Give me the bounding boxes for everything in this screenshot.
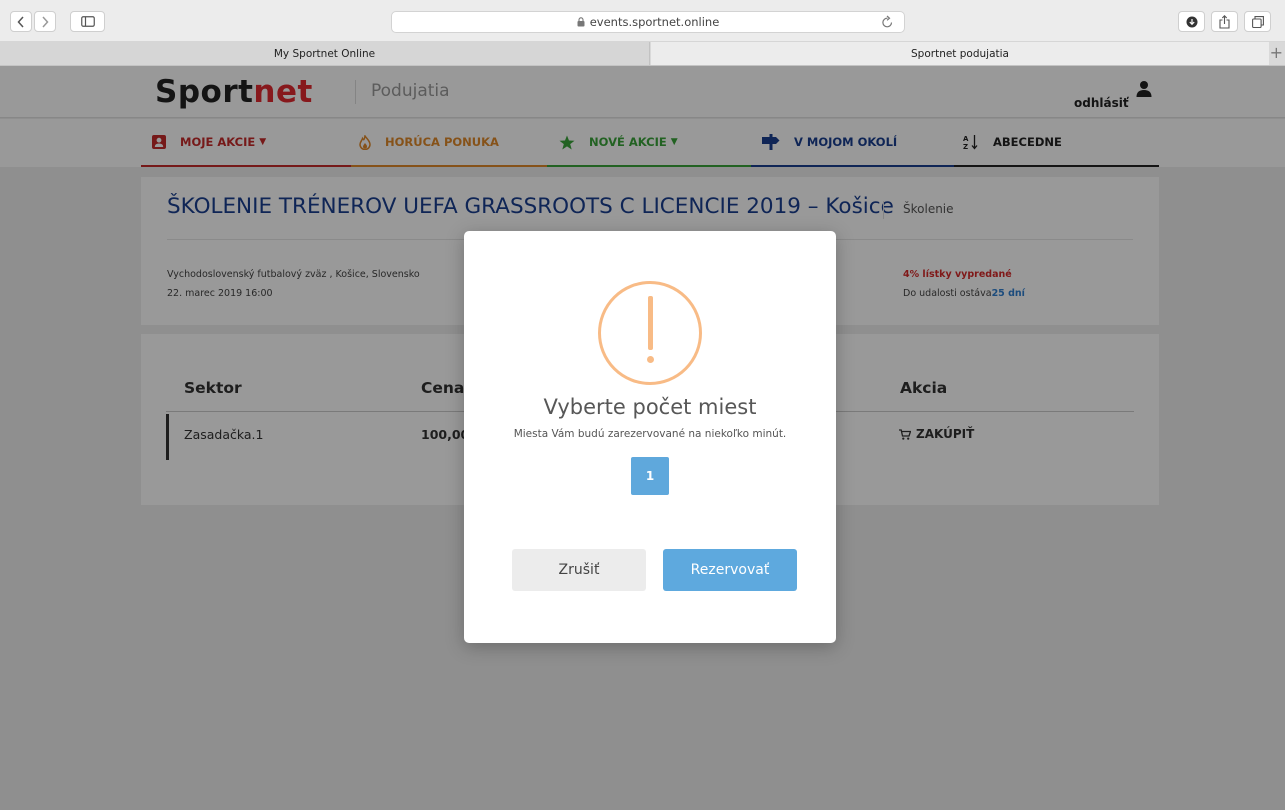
back-button[interactable] (10, 11, 32, 32)
warning-icon (598, 281, 702, 385)
modal-title: Vyberte počet miest (543, 395, 757, 419)
cancel-button[interactable]: Zrušiť (512, 549, 646, 591)
browser-tab-my-sportnet[interactable]: My Sportnet Online (0, 42, 650, 65)
download-icon (1186, 16, 1197, 27)
warning-icon-dot (647, 356, 654, 363)
reserve-button[interactable]: Rezervovať (663, 549, 797, 591)
sidebar-button[interactable] (70, 11, 105, 32)
warning-icon-bar (648, 296, 653, 350)
browser-toolbar: events.sportnet.online (0, 0, 1285, 42)
new-tab-button[interactable]: + (1270, 43, 1283, 63)
chevron-left-icon (17, 15, 24, 28)
tab-label: Sportnet podujatia (911, 47, 1009, 60)
modal-text: Miesta Vám budú zarezervované na niekoľk… (513, 428, 787, 440)
downloads-button[interactable] (1178, 11, 1205, 32)
seat-quantity-input[interactable]: 1 (631, 457, 669, 495)
reservation-modal: Vyberte počet miest Miesta Vám budú zare… (464, 231, 836, 643)
address-bar[interactable]: events.sportnet.online (391, 11, 905, 33)
chevron-right-icon (42, 15, 49, 28)
tabs-icon (1251, 15, 1264, 28)
reload-icon[interactable] (881, 15, 894, 29)
url-text: events.sportnet.online (589, 15, 720, 29)
sidebar-icon (80, 16, 95, 27)
browser-tab-sportnet-podujatia[interactable]: Sportnet podujatia (651, 42, 1269, 65)
tabs-overview-button[interactable] (1244, 11, 1271, 32)
lock-icon (577, 17, 585, 27)
share-icon (1219, 14, 1230, 29)
share-button[interactable] (1211, 11, 1238, 32)
browser-tab-bar: My Sportnet Online Sportnet podujatia + (0, 42, 1285, 66)
tab-label: My Sportnet Online (273, 47, 376, 60)
forward-button[interactable] (34, 11, 56, 32)
